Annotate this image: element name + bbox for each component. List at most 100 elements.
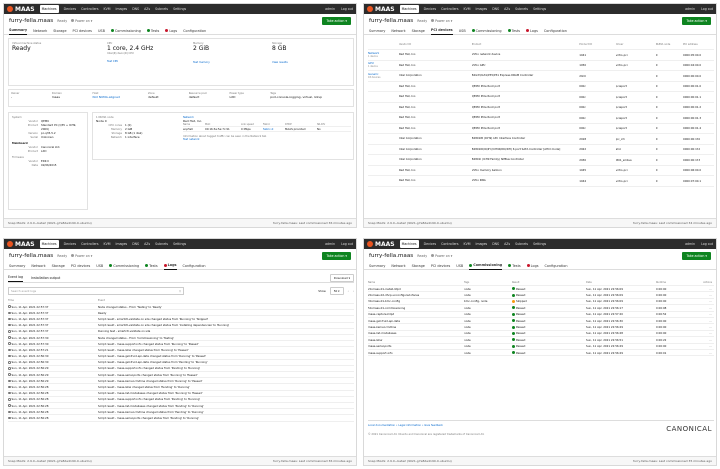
- nav-images[interactable]: Images: [476, 7, 488, 11]
- tab-tests[interactable]: Tests: [145, 262, 158, 270]
- nav-machines[interactable]: Machines: [399, 5, 419, 13]
- tab-tests[interactable]: Tests: [508, 262, 521, 270]
- tab-pci-devices[interactable]: PCI devices: [73, 27, 92, 35]
- nav-images[interactable]: Images: [116, 7, 128, 11]
- script-name[interactable]: maas-list-modaliases: [368, 331, 464, 335]
- pagination-next-icon[interactable]: ›: [353, 289, 354, 293]
- tab-logs[interactable]: Logs: [163, 262, 177, 270]
- nav-azs[interactable]: AZs: [504, 7, 510, 11]
- subtab-event-log[interactable]: Event log: [8, 273, 24, 282]
- tab-network[interactable]: Network: [391, 27, 405, 35]
- nav-azs[interactable]: AZs: [144, 7, 150, 11]
- script-name[interactable]: maas-serial-ports: [368, 344, 464, 348]
- nav-machines[interactable]: Machines: [399, 240, 419, 248]
- maas-logo[interactable]: MAAS: [367, 6, 395, 13]
- nav-kvm[interactable]: KVM: [464, 7, 471, 11]
- download-button[interactable]: Download ▾: [329, 273, 354, 282]
- take-action-button[interactable]: Take action ▾: [322, 16, 351, 25]
- tab-configuration[interactable]: Configuration: [183, 27, 206, 35]
- tab-configuration[interactable]: Configuration: [545, 262, 568, 270]
- view-results-link[interactable]: View results: [272, 61, 288, 64]
- nav-dns[interactable]: DNS: [492, 242, 499, 246]
- nav-devices[interactable]: Devices: [64, 242, 77, 246]
- tab-summary[interactable]: Summary: [9, 27, 28, 35]
- take-action-button[interactable]: Take action ▾: [322, 251, 351, 260]
- nav-settings[interactable]: Settings: [533, 7, 546, 11]
- nav-dns[interactable]: DNS: [132, 242, 139, 246]
- tab-logs[interactable]: Logs: [526, 262, 539, 270]
- script-name[interactable]: maas-get-fruid-api-data: [368, 319, 464, 323]
- nav-dns[interactable]: DNS: [492, 7, 499, 11]
- row-actions-icon[interactable]: ⋯: [690, 293, 712, 297]
- take-action-button[interactable]: Take action ▾: [682, 16, 711, 25]
- search-input[interactable]: Search event logs ⚲: [8, 286, 184, 295]
- row-actions-icon[interactable]: ⋯: [690, 319, 712, 323]
- power-toggle[interactable]: Power on ▾: [71, 18, 92, 23]
- test-cpu-link[interactable]: Test CPU: [107, 60, 153, 63]
- nav-controllers[interactable]: Controllers: [441, 7, 458, 11]
- pagination-prev-icon[interactable]: ‹: [348, 289, 349, 293]
- nav-controllers[interactable]: Controllers: [81, 7, 98, 11]
- test-memory-link[interactable]: Test memory: [193, 61, 210, 64]
- tab-configuration[interactable]: Configuration: [544, 27, 567, 35]
- nav-machines[interactable]: Machines: [39, 5, 59, 13]
- tab-summary[interactable]: Summary: [369, 27, 385, 35]
- network-cell[interactable]: fabric-0: [263, 127, 285, 131]
- tab-commissioning[interactable]: Commissioning: [109, 262, 139, 270]
- tab-logs[interactable]: Logs: [526, 27, 538, 35]
- nav-user[interactable]: admin: [325, 242, 335, 246]
- tab-tests[interactable]: Tests: [146, 27, 159, 35]
- row-actions-icon[interactable]: ⋯: [690, 287, 712, 291]
- nav-dns[interactable]: DNS: [132, 7, 139, 11]
- script-name[interactable]: 30-maas-01-bmc-config: [368, 299, 464, 303]
- script-name[interactable]: 50-maas-01-commissioning: [368, 306, 464, 310]
- nav-devices[interactable]: Devices: [424, 242, 437, 246]
- nav-user[interactable]: admin: [325, 7, 335, 11]
- tab-storage[interactable]: Storage: [52, 262, 65, 270]
- row-actions-icon[interactable]: ⋯: [690, 312, 712, 316]
- tab-commissioning[interactable]: Commissioning: [110, 27, 141, 35]
- tab-network[interactable]: Network: [33, 27, 47, 35]
- script-name[interactable]: maas-kernel-cmdline: [368, 325, 464, 329]
- tab-usb[interactable]: USB: [96, 262, 103, 270]
- maas-logo[interactable]: MAAS: [367, 241, 395, 248]
- maas-logo[interactable]: MAAS: [7, 241, 35, 248]
- tab-configuration[interactable]: Configuration: [183, 262, 206, 270]
- tab-storage[interactable]: Storage: [53, 27, 66, 35]
- tab-summary[interactable]: Summary: [9, 262, 25, 270]
- test-network-link[interactable]: Test network: [183, 138, 351, 141]
- nav-subnets[interactable]: Subnets: [155, 242, 168, 246]
- script-name[interactable]: maas-lshw: [368, 338, 464, 342]
- script-name[interactable]: 20-maas-01-install-lldpd: [368, 287, 464, 291]
- row-actions-icon[interactable]: ⋯: [690, 338, 712, 342]
- nav-user[interactable]: admin: [685, 7, 695, 11]
- nav-logout[interactable]: Log out: [341, 7, 353, 11]
- nav-user[interactable]: admin: [685, 242, 695, 246]
- power-toggle[interactable]: Power on ▾: [431, 253, 452, 258]
- nav-kvm[interactable]: KVM: [464, 242, 471, 246]
- nav-subnets[interactable]: Subnets: [515, 7, 528, 11]
- nav-logout[interactable]: Log out: [701, 7, 713, 11]
- row-actions-icon[interactable]: ⋯: [690, 325, 712, 329]
- script-name[interactable]: 20-maas-02-dhcp-unconfigured-ifaces: [368, 293, 464, 297]
- subtab-installation-output[interactable]: Installation output: [31, 276, 60, 280]
- tab-logs[interactable]: Logs: [165, 27, 177, 35]
- tab-usb[interactable]: USB: [456, 262, 463, 270]
- script-name[interactable]: maas-capture-lldpd: [368, 312, 464, 316]
- tab-pci-devices[interactable]: PCI devices: [431, 262, 450, 270]
- nav-azs[interactable]: AZs: [504, 242, 510, 246]
- tab-storage[interactable]: Storage: [412, 262, 425, 270]
- row-actions-icon[interactable]: ⋯: [690, 344, 712, 348]
- tab-commissioning[interactable]: Commissioning: [469, 262, 503, 270]
- footer-links[interactable]: Local documentation • Legal information …: [368, 424, 714, 427]
- nav-controllers[interactable]: Controllers: [81, 242, 98, 246]
- nav-controllers[interactable]: Controllers: [441, 242, 458, 246]
- tab-commissioning[interactable]: Commissioning: [471, 27, 502, 35]
- maas-logo[interactable]: MAAS: [7, 6, 35, 13]
- tab-usb[interactable]: USB: [98, 27, 105, 35]
- power-toggle[interactable]: Power on ▾: [71, 253, 92, 258]
- row-actions-icon[interactable]: ⋯: [690, 331, 712, 335]
- nav-settings[interactable]: Settings: [533, 242, 546, 246]
- script-name[interactable]: maas-support-info: [368, 351, 464, 355]
- row-actions-icon[interactable]: ⋯: [690, 299, 712, 303]
